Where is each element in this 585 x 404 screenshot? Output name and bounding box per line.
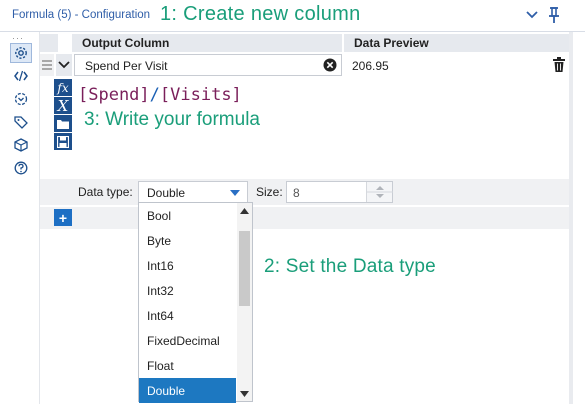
- size-value: 8: [293, 186, 300, 200]
- drag-handle-icon: [42, 60, 52, 70]
- dropdown-option-fixeddecimal[interactable]: FixedDecimal: [139, 328, 236, 353]
- dropdown-option-bool[interactable]: Bool: [139, 203, 236, 228]
- formula-field-visits: [Visits]: [159, 85, 242, 105]
- data-preview-header-label: Data Preview: [354, 36, 429, 50]
- data-preview-value: 206.95: [352, 59, 389, 73]
- data-preview-cell: 206.95: [344, 54, 569, 76]
- output-column-header-label: Output Column: [82, 36, 170, 50]
- size-label: Size:: [256, 185, 283, 199]
- dropdown-option-int32[interactable]: Int32: [139, 278, 236, 303]
- title-bar: Formula (5) - Configuration 1: Create ne…: [0, 0, 585, 32]
- tag-icon[interactable]: [10, 112, 32, 132]
- annotation-write-formula: 3: Write your formula: [84, 109, 260, 130]
- more-dots-icon[interactable]: ···: [12, 33, 24, 43]
- dropdown-arrow-icon: [230, 190, 240, 196]
- output-column-input[interactable]: Spend Per Visit: [74, 54, 342, 76]
- help-icon[interactable]: [10, 158, 32, 178]
- data-type-selected-value: Double: [147, 186, 186, 200]
- data-preview-header: Data Preview: [344, 34, 569, 52]
- dropdown-option-int16[interactable]: Int16: [139, 253, 236, 278]
- annotation-set-data-type: 2: Set the Data type: [264, 256, 436, 277]
- code-icon[interactable]: [10, 66, 32, 86]
- annotation-create-column: 1: Create new column: [160, 3, 361, 25]
- configuration-gear-icon[interactable]: [10, 43, 32, 63]
- dropdown-scrollbar[interactable]: [237, 203, 252, 401]
- trash-icon[interactable]: [553, 57, 565, 72]
- variable-x-icon[interactable]: X: [54, 97, 72, 115]
- save-icon[interactable]: [54, 133, 72, 150]
- size-stepper[interactable]: [366, 182, 393, 202]
- data-type-dropdown-list[interactable]: Bool Byte Int16 Int32 Int64 FixedDecimal…: [138, 202, 253, 403]
- data-type-label: Data type:: [78, 185, 133, 199]
- dropdown-scroll-thumb[interactable]: [239, 231, 250, 306]
- data-type-bar: Data type: Double Size: 8: [40, 179, 569, 205]
- chevron-down-icon[interactable]: [525, 8, 539, 22]
- grid-corner: [40, 34, 58, 52]
- formula-editor[interactable]: fx X [Spend]/[Visits] 3: Write your form…: [40, 77, 569, 177]
- dropdown-option-byte[interactable]: Byte: [139, 228, 236, 253]
- window-title: Formula (5) - Configuration: [12, 9, 151, 21]
- scroll-up-icon[interactable]: [240, 208, 249, 214]
- output-column-value: Spend Per Visit: [85, 59, 168, 73]
- formula-operator: /: [149, 85, 160, 105]
- function-icon[interactable]: fx: [54, 79, 72, 96]
- dropdown-option-double[interactable]: Double: [139, 378, 236, 403]
- scrollbar-track[interactable]: [569, 32, 573, 404]
- chevron-down-icon: [58, 61, 70, 69]
- add-column-button[interactable]: +: [54, 209, 72, 226]
- scroll-down-icon[interactable]: [240, 391, 249, 397]
- row-drag-handle[interactable]: [40, 54, 54, 76]
- connection-progress-icon[interactable]: [10, 89, 32, 109]
- open-folder-icon[interactable]: [54, 115, 72, 132]
- clear-icon[interactable]: [323, 58, 337, 72]
- formula-field-spend: [Spend]: [78, 85, 150, 105]
- sidebar: ···: [0, 32, 40, 404]
- package-icon[interactable]: [10, 135, 32, 155]
- formula-toolbar: fx X: [54, 79, 72, 151]
- dropdown-option-int64[interactable]: Int64: [139, 303, 236, 328]
- stepper-arrows-icon: [367, 186, 393, 198]
- add-row-bar: +: [40, 207, 569, 229]
- dropdown-option-float[interactable]: Float: [139, 353, 236, 378]
- data-type-select[interactable]: Double: [138, 181, 248, 203]
- row-expand-toggle[interactable]: [56, 54, 72, 76]
- pin-icon[interactable]: [547, 6, 561, 24]
- size-input[interactable]: 8: [286, 181, 393, 203]
- formula-text[interactable]: [Spend]/[Visits]: [78, 85, 242, 105]
- output-column-header: Output Column: [72, 34, 342, 52]
